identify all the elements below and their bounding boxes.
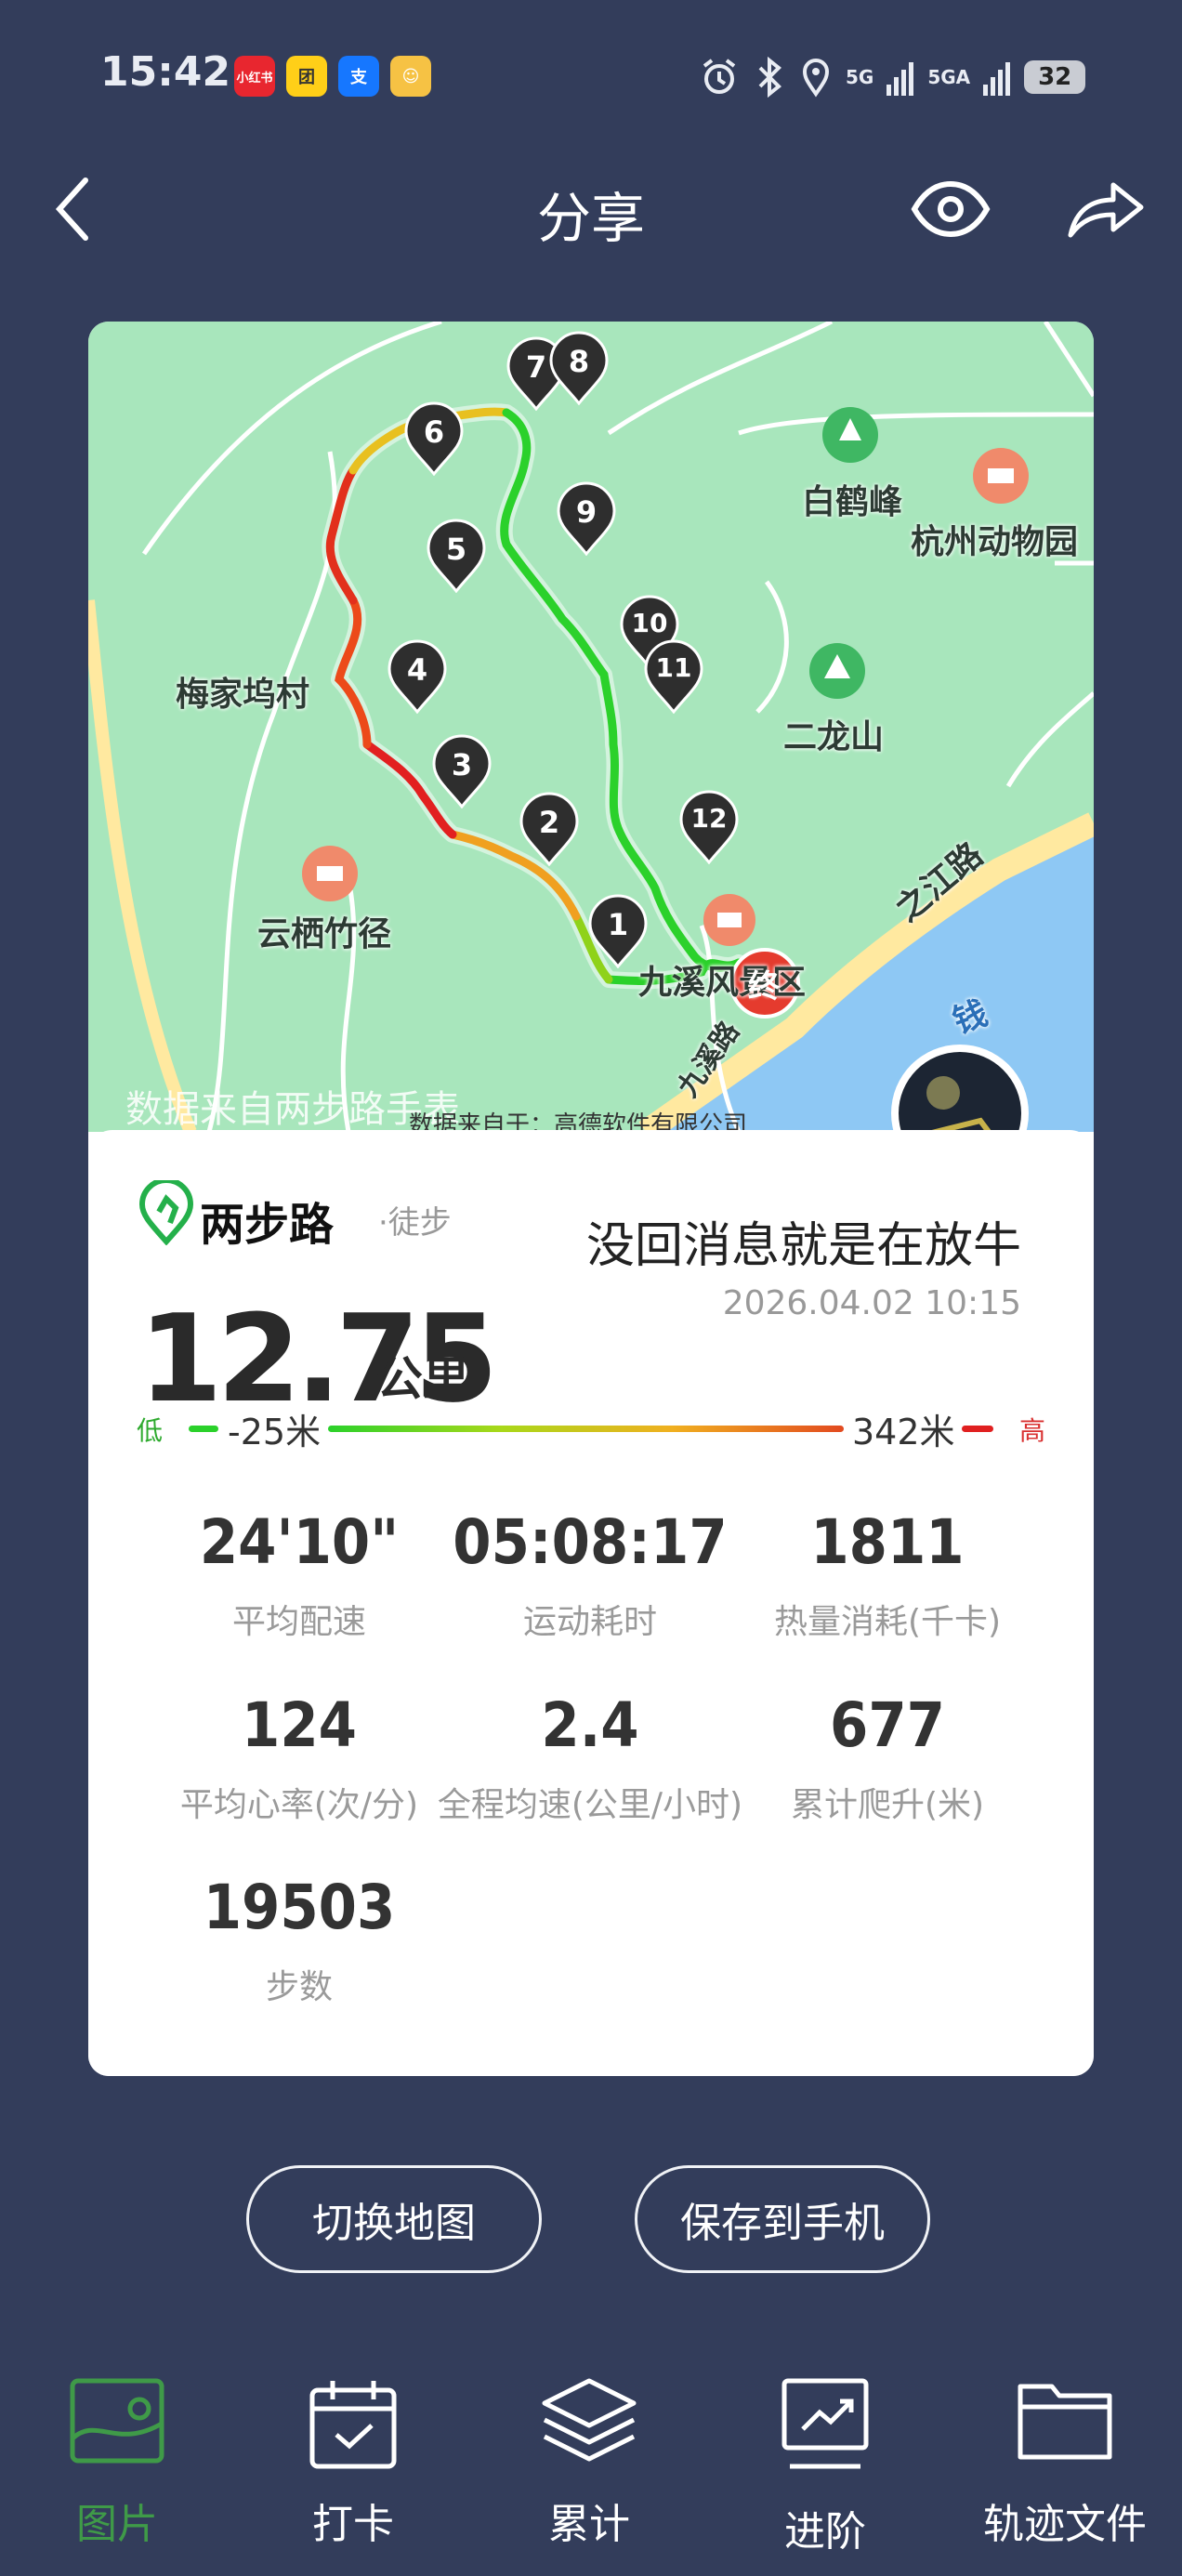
waypoint-pin-11: 11 xyxy=(644,639,703,715)
stat-heart-rate-value: 124 xyxy=(242,1689,357,1761)
meituan-app-icon: 团 xyxy=(286,56,327,97)
activity-datetime: 2026.04.02 10:15 xyxy=(722,1284,1021,1322)
nav-label-checkin: 打卡 xyxy=(312,2501,394,2548)
map-label-zoo: 杭州动物园 xyxy=(911,523,1079,561)
stat-calories-label: 热量消耗(千卡) xyxy=(773,1603,1002,1641)
battery-indicator: 32 xyxy=(1024,60,1086,94)
waypoint-pin-5: 5 xyxy=(427,519,486,594)
status-icons: 5G 5GA 32 xyxy=(699,54,1086,100)
switch-map-button[interactable]: 切换地图 xyxy=(246,2165,542,2273)
save-to-phone-button[interactable]: 保存到手机 xyxy=(635,2165,930,2273)
eye-icon xyxy=(911,180,991,238)
username: 没回消息就是在放牛 xyxy=(585,1218,1021,1274)
waypoint-pin-2: 2 xyxy=(519,792,579,867)
map-label-jiuxi: 九溪风景区 xyxy=(638,964,807,1002)
waypoint-pin-6: 6 xyxy=(404,401,464,477)
map-label-yunqi: 云栖竹径 xyxy=(257,915,392,953)
nav-item-image[interactable]: 图片 xyxy=(15,2370,219,2556)
map-label-erlongshan: 二龙山 xyxy=(783,718,885,756)
stat-avg-pace-value: 24'10" xyxy=(199,1506,400,1578)
elevation-high-dash xyxy=(962,1426,993,1432)
signal-5g-label: 5G xyxy=(846,66,874,88)
stat-ascent-label: 累计爬升(米) xyxy=(790,1786,985,1824)
nav-label-cumulative: 累计 xyxy=(548,2501,630,2548)
preview-button[interactable] xyxy=(911,177,991,242)
stat-duration-label: 运动耗时 xyxy=(522,1603,657,1641)
stat-steps-label: 步数 xyxy=(265,1968,333,2006)
waypoint-pin-9: 9 xyxy=(557,481,616,557)
map-label-baihefeng: 白鹤峰 xyxy=(802,483,903,521)
map-graphics xyxy=(88,322,1094,1132)
elevation-low-dash xyxy=(189,1426,218,1432)
notification-app-icon: ☺ xyxy=(390,56,431,97)
distance-unit: 公里 xyxy=(376,1352,469,1406)
nav-item-cumulative[interactable]: 累计 xyxy=(487,2370,691,2556)
bluetooth-icon xyxy=(758,57,781,98)
stat-heart-rate-label: 平均心率(次/分) xyxy=(179,1786,419,1824)
layers-icon xyxy=(542,2378,637,2462)
poi-yunqi-icon xyxy=(302,846,358,901)
nav-label-image: 图片 xyxy=(76,2501,158,2548)
status-time: 15:42 xyxy=(100,48,231,96)
elevation-gradient-bar xyxy=(328,1426,844,1432)
alarm-icon xyxy=(703,59,736,94)
signal-icon-2 xyxy=(983,62,1011,96)
nav-item-track-files[interactable]: 轨迹文件 xyxy=(963,2370,1167,2556)
brand-logo-icon xyxy=(138,1180,194,1245)
activity-summary: 两步路 ·徒步 没回消息就是在放牛 2026.04.02 10:15 12.75… xyxy=(88,1130,1094,2076)
poi-erlongshan-icon xyxy=(809,643,865,699)
stat-duration-value: 05:08:17 xyxy=(453,1506,728,1578)
waypoint-pin-8: 8 xyxy=(549,331,609,406)
track-map[interactable]: 1 2 3 4 5 6 7 8 9 10 11 12 梅家坞村 白鹤峰 杭州动物园 二龙山 云栖竹径 … xyxy=(88,322,1094,1139)
poi-zoo-icon xyxy=(973,448,1029,504)
elevation-high-label: 高 xyxy=(1018,1415,1045,1446)
stat-ascent-value: 677 xyxy=(830,1689,945,1761)
nav-item-advanced[interactable]: 进阶 xyxy=(723,2370,927,2556)
waypoint-pin-4: 4 xyxy=(387,639,447,715)
nav-label-advanced: 进阶 xyxy=(784,2508,866,2556)
stat-steps-value: 19503 xyxy=(203,1872,396,1943)
poi-baihefeng-icon xyxy=(822,407,878,463)
waypoint-pin-3: 3 xyxy=(432,734,492,809)
stat-avg-pace-label: 平均配速 xyxy=(231,1603,366,1641)
brand-name: 两步路 xyxy=(200,1199,335,1251)
share-arrow-icon xyxy=(1068,182,1144,238)
poi-jiuxi-icon xyxy=(703,894,755,946)
nav-item-checkin[interactable]: 打卡 xyxy=(251,2370,455,2556)
signal-icon xyxy=(886,62,914,96)
location-icon xyxy=(802,59,830,98)
elevation-max: 342米 xyxy=(852,1412,955,1452)
waypoint-pin-12: 12 xyxy=(679,790,739,865)
folder-icon xyxy=(1018,2384,1112,2460)
stat-calories-value: 1811 xyxy=(810,1506,965,1578)
share-button[interactable] xyxy=(1065,172,1147,246)
share-card: 1 2 3 4 5 6 7 8 9 10 11 12 梅家坞村 白鹤峰 杭州动物园 二龙山 云栖竹径 … xyxy=(88,322,1094,2076)
elevation-min: -25米 xyxy=(228,1412,322,1452)
end-marker: 终 xyxy=(748,968,780,1005)
activity-type: ·徒步 xyxy=(378,1204,452,1242)
stat-avg-speed-label: 全程均速(公里/小时) xyxy=(437,1786,743,1824)
image-icon xyxy=(70,2378,164,2464)
xiaohongshu-app-icon: 小红书 xyxy=(234,56,275,97)
page-title: 分享 xyxy=(536,187,645,250)
elevation-low-label: 低 xyxy=(137,1415,164,1446)
stat-avg-speed-value: 2.4 xyxy=(541,1689,639,1761)
nav-label-track-files: 轨迹文件 xyxy=(983,2501,1147,2548)
trend-chart-icon xyxy=(781,2378,869,2469)
calendar-check-icon xyxy=(309,2381,397,2469)
alipay-app-icon: 支 xyxy=(338,56,379,97)
map-label-meijiawu: 梅家坞村 xyxy=(176,676,310,714)
signal-5ga-label: 5GA xyxy=(927,66,971,88)
